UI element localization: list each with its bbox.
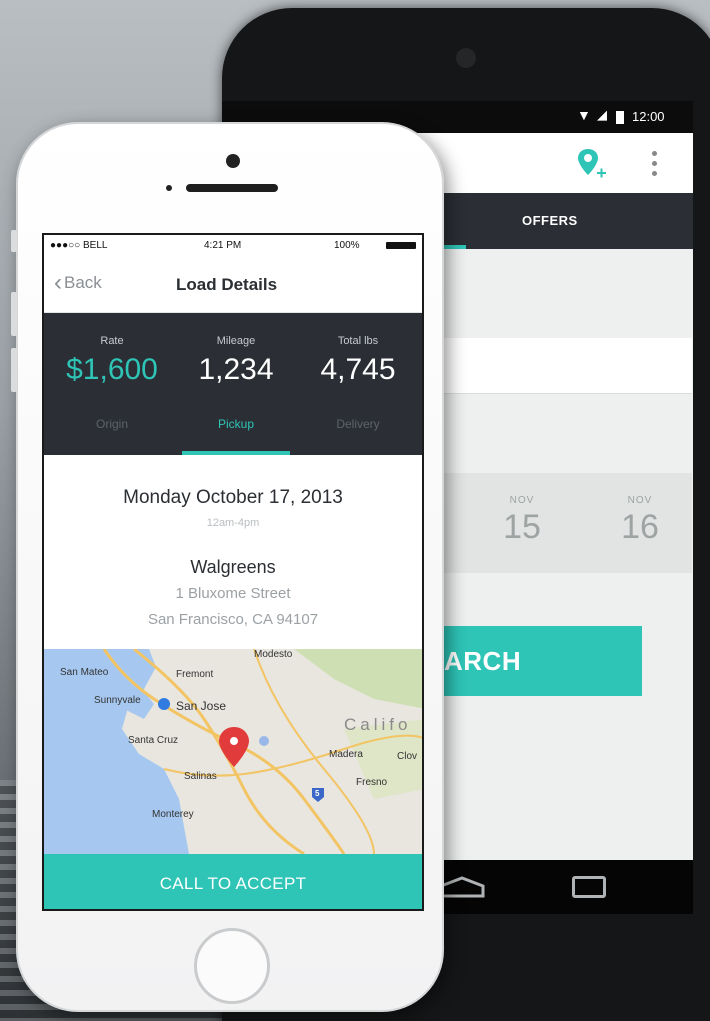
battery-icon — [386, 242, 416, 249]
map-label-modesto: Modesto — [254, 649, 293, 660]
chevron-left-icon: ‹ — [54, 269, 62, 296]
map-label-clovis: Clov — [397, 751, 418, 762]
tab-delivery[interactable]: Delivery — [298, 417, 418, 431]
map-label-sunnyvale: Sunnyvale — [94, 695, 141, 706]
date-option[interactable]: NOV 15 — [482, 495, 562, 547]
wifi-icon: ▼ — [577, 107, 591, 123]
signal-icon: ◢ — [597, 107, 607, 122]
map-label-fremont: Fremont — [176, 669, 214, 680]
map-label-santa-cruz: Santa Cruz — [128, 735, 179, 746]
map-label-fresno: Fresno — [356, 777, 388, 788]
pickup-window: 12am-4pm — [206, 517, 260, 529]
proximity-sensor — [166, 185, 172, 191]
highway-shield-label: 5 — [315, 789, 320, 798]
call-to-accept-button[interactable]: CALL TO ACCEPT — [44, 854, 422, 909]
date-month: NOV — [627, 495, 653, 506]
date-option[interactable]: NOV 16 — [600, 495, 680, 547]
volume-up-button — [11, 292, 17, 336]
add-location-icon[interactable] — [577, 147, 607, 181]
android-status-time: 12:00 — [632, 109, 665, 124]
carrier-label: ●●●○○ BELL — [50, 240, 108, 251]
stat-label: Total lbs — [337, 335, 379, 347]
search-button[interactable]: ARCH — [432, 626, 642, 696]
date-day: 16 — [621, 508, 659, 546]
map-label-san-jose: San Jose — [176, 699, 227, 713]
map-label-california: Califo — [344, 715, 412, 734]
back-label: Back — [64, 273, 102, 292]
home-button[interactable] — [194, 928, 270, 1004]
load-stats-panel: Rate $1,600 Mileage 1,234 Total lbs 4,74… — [44, 313, 422, 455]
recent-apps-icon[interactable] — [572, 876, 606, 898]
overflow-menu-icon[interactable] — [652, 151, 658, 177]
pickup-date: Monday October 17, 2013 — [123, 487, 343, 508]
nav-bar: ‹ Back Load Details — [44, 255, 422, 313]
status-time: 4:21 PM — [204, 240, 242, 251]
stat-total-lbs: Total lbs 4,745 — [298, 335, 418, 387]
stat-mileage: Mileage 1,234 — [176, 335, 296, 387]
stat-label: Rate — [100, 335, 124, 347]
volume-down-button — [11, 348, 17, 392]
stat-value: $1,600 — [66, 353, 158, 386]
battery-icon — [616, 111, 624, 124]
store-name: Walgreens — [190, 557, 276, 577]
tab-origin[interactable]: Origin — [52, 417, 172, 431]
stat-rate: Rate $1,600 — [52, 335, 172, 387]
map-label-monterey: Monterey — [152, 809, 194, 820]
back-button[interactable]: ‹ Back — [54, 269, 102, 296]
page-title: Load Details — [176, 275, 278, 294]
address-line-1: 1 Bluxome Street — [175, 585, 291, 602]
stat-label: Mileage — [216, 335, 256, 347]
stat-value: 4,745 — [320, 353, 396, 386]
map-graphic — [44, 649, 422, 854]
active-tab-indicator — [182, 451, 290, 455]
android-input-field[interactable] — [432, 338, 692, 394]
ios-status-bar: ●●●○○ BELL 4:21 PM 100% — [44, 235, 422, 255]
map-label-salinas: Salinas — [184, 771, 217, 782]
battery-percent: 100% — [334, 240, 360, 251]
date-day: 15 — [503, 508, 541, 546]
earpiece — [186, 184, 278, 192]
android-speaker — [456, 48, 476, 68]
map-label-madera: Madera — [329, 749, 363, 760]
route-map[interactable]: San Mateo Fremont Sunnyvale San Jose San… — [44, 649, 422, 854]
map-label-san-mateo: San Mateo — [60, 667, 109, 678]
date-month: NOV — [509, 495, 535, 506]
mute-switch — [11, 230, 17, 252]
stat-value: 1,234 — [198, 353, 274, 386]
front-camera — [226, 154, 240, 168]
address-line-2: San Francisco, CA 94107 — [147, 611, 319, 628]
iphone-screen: ●●●○○ BELL 4:21 PM 100% ‹ Back Load Deta… — [42, 233, 424, 911]
date-picker: NOV 15 NOV 16 — [432, 473, 692, 573]
tab-pickup[interactable]: Pickup — [176, 417, 296, 431]
tab-offers[interactable]: OFFERS — [522, 213, 578, 228]
home-icon[interactable] — [437, 876, 487, 898]
